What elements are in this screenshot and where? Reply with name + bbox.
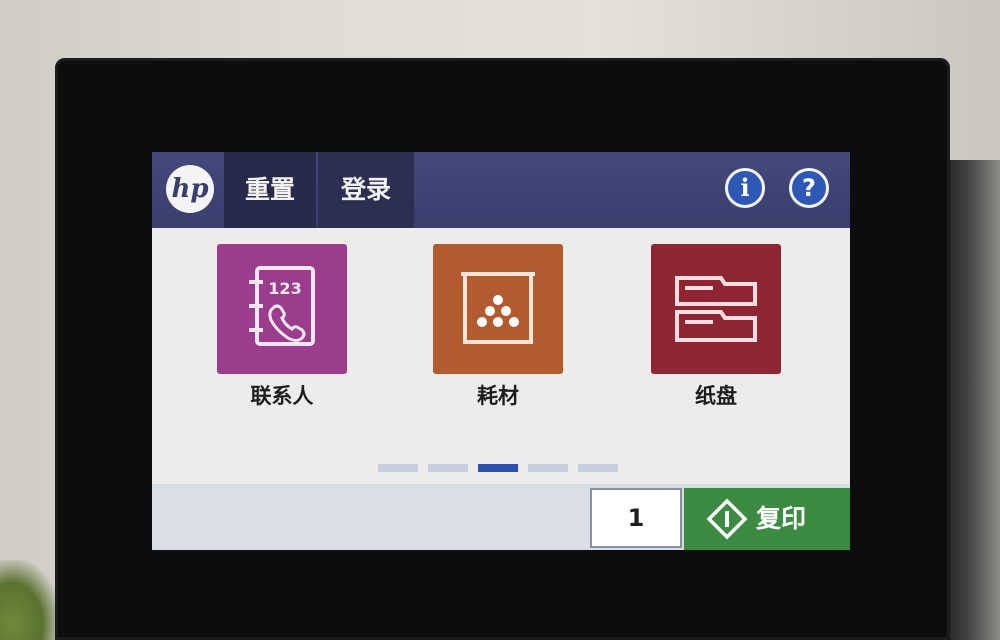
page-dot-2[interactable] <box>428 464 468 472</box>
copy-button[interactable]: 复印 <box>684 488 850 550</box>
printer-side-panel <box>950 160 1000 640</box>
trays-tile[interactable] <box>651 244 781 374</box>
help-button[interactable]: ? <box>789 168 829 208</box>
top-bar: hp 重置 登录 i ? <box>152 152 850 228</box>
info-button[interactable]: i <box>725 168 765 208</box>
contacts-tile[interactable]: 123 <box>217 244 347 374</box>
info-icon: i <box>740 173 750 202</box>
copies-count-field[interactable]: 1 <box>590 488 682 548</box>
page-indicator <box>378 462 618 474</box>
page-dot-1[interactable] <box>378 464 418 472</box>
control-panel-screen: hp 重置 登录 i ? 123 联系人 耗材 纸盘 1 复印 <box>152 152 850 550</box>
supplies-tile[interactable] <box>433 244 563 374</box>
paper-tray-icon <box>675 276 757 342</box>
contacts-book-icon: 123 <box>249 266 315 346</box>
copy-label: 复印 <box>756 504 807 533</box>
page-dot-5[interactable] <box>578 464 618 472</box>
bottom-bar: 1 复印 <box>152 484 850 550</box>
login-button[interactable]: 登录 <box>318 152 414 228</box>
page-dot-4[interactable] <box>528 464 568 472</box>
contacts-label: 联系人 <box>250 384 314 408</box>
page-dot-3[interactable] <box>478 464 518 472</box>
hp-logo[interactable]: hp <box>166 165 214 213</box>
help-icon: ? <box>802 174 816 202</box>
trays-label: 纸盘 <box>695 384 737 408</box>
supplies-label: 耗材 <box>477 384 519 408</box>
contacts-icon-number: 123 <box>268 279 301 298</box>
toner-supplies-icon <box>461 272 535 344</box>
start-diamond-icon <box>706 498 748 540</box>
reset-button[interactable]: 重置 <box>224 152 316 228</box>
plant-leaves <box>0 560 60 640</box>
